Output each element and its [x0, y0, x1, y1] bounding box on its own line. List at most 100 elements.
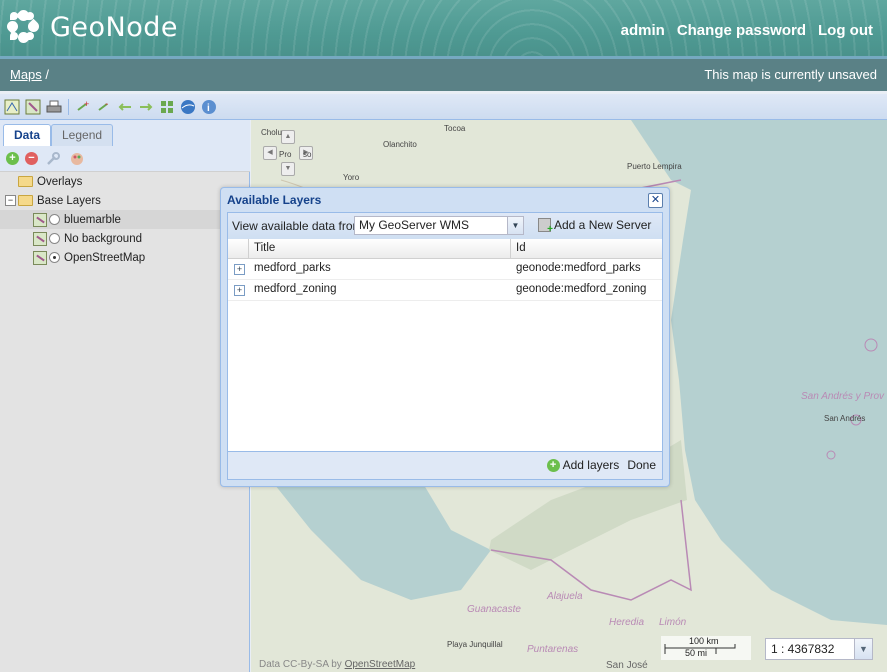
layer-label: No background: [64, 232, 142, 245]
add-layer-icon[interactable]: +: [6, 152, 19, 165]
scale-mi: 50 mi: [685, 648, 708, 658]
grid-header: Title Id: [228, 239, 662, 259]
map-label: San Andrés: [824, 414, 866, 423]
layer-icon: [33, 250, 47, 265]
row-id: geonode:medford_parks: [516, 262, 641, 274]
dialog-footer: + Add layers Done: [228, 451, 662, 479]
logout-link[interactable]: Log out: [818, 22, 873, 39]
breadcrumb-separator: /: [45, 67, 50, 82]
close-icon[interactable]: ✕: [648, 193, 663, 208]
source-select[interactable]: My GeoServer WMS ▼: [354, 216, 524, 235]
map-label: San José: [606, 660, 648, 671]
map-label: Olanchito: [383, 140, 417, 149]
expand-row-icon[interactable]: +: [234, 285, 245, 296]
change-password-link[interactable]: Change password: [677, 22, 806, 39]
add-icon: +: [546, 458, 560, 472]
wrench-icon[interactable]: [44, 150, 62, 168]
svg-text:i: i: [207, 103, 210, 114]
layer-label: bluemarble: [64, 213, 121, 226]
scale-line: 100 km 50 mi: [661, 636, 751, 660]
map-attribution: Data CC-By-SA by OpenStreetMap: [259, 659, 415, 670]
source-label: View available data from:: [232, 219, 366, 233]
geonode-logo[interactable]: GeoNode: [4, 7, 178, 46]
toolbar-divider: [68, 98, 69, 115]
pan-down-button[interactable]: ▼: [281, 162, 295, 176]
tab-legend[interactable]: Legend: [51, 124, 114, 146]
breadcrumb-bar: Maps / This map is currently unsaved: [0, 56, 887, 91]
column-divider: [248, 239, 249, 258]
map-label: Guanacaste: [467, 604, 521, 615]
pan-control: ▲ ◀ ▶ ▼: [263, 130, 323, 180]
column-divider: [510, 239, 511, 258]
back-icon[interactable]: [116, 98, 134, 116]
dialog-body: View available data from: My GeoServer W…: [227, 212, 663, 480]
tree-node-label: Base Layers: [37, 194, 101, 207]
tree-node-label: Overlays: [37, 175, 83, 188]
layer-radio[interactable]: [49, 233, 60, 244]
tree-layer-openstreetmap[interactable]: OpenStreetMap: [0, 248, 250, 267]
pan-up-button[interactable]: ▲: [281, 130, 295, 144]
row-title: medford_parks: [254, 262, 331, 274]
scale-value: 1 : 4367832: [771, 642, 835, 656]
source-value: My GeoServer WMS: [359, 218, 470, 232]
layer-label: OpenStreetMap: [64, 251, 146, 264]
unsaved-status: This map is currently unsaved: [704, 67, 877, 82]
tree-node-base-layers[interactable]: − Base Layers: [0, 191, 250, 210]
folder-icon: [18, 176, 33, 187]
dialog-title: Available Layers: [227, 193, 322, 207]
available-layers-dialog: Available Layers ✕ View available data f…: [220, 187, 670, 487]
attribution-text: Data CC-By-SA by: [259, 659, 342, 670]
new-layer-icon[interactable]: [3, 98, 21, 116]
expand-row-icon[interactable]: +: [234, 264, 245, 275]
layer-properties-icon[interactable]: [24, 98, 42, 116]
layer-icon: [33, 231, 47, 246]
user-links: admin Change password Log out: [621, 22, 873, 39]
done-button[interactable]: Done: [627, 458, 656, 472]
zoom-out-icon[interactable]: -: [95, 98, 113, 116]
row-id: geonode:medford_zoning: [516, 283, 647, 295]
map-label: Cholu: [261, 128, 282, 137]
layer-radio[interactable]: [49, 252, 60, 263]
svg-text:+: +: [84, 99, 89, 109]
scale-select[interactable]: 1 : 4367832 ▼: [765, 638, 873, 660]
layer-radio[interactable]: [49, 214, 60, 225]
tree-layer-no-background[interactable]: No background: [0, 229, 250, 248]
print-icon[interactable]: [45, 98, 63, 116]
chevron-down-icon[interactable]: ▼: [507, 217, 523, 234]
row-title: medford_zoning: [254, 283, 337, 295]
tab-data[interactable]: Data: [3, 124, 52, 147]
add-layers-button[interactable]: + Add layers: [546, 458, 619, 472]
layer-panel: Data Legend + − Overlays − Base Layers b…: [0, 120, 250, 672]
zoom-extent-icon[interactable]: [158, 98, 176, 116]
google-earth-icon[interactable]: [179, 98, 197, 116]
forward-icon[interactable]: [137, 98, 155, 116]
add-server-label: Add a New Server: [554, 218, 652, 232]
column-id[interactable]: Id: [516, 242, 526, 254]
tree-layer-bluemarble[interactable]: bluemarble: [0, 210, 250, 229]
scale-km: 100 km: [689, 636, 719, 646]
svg-text:-: -: [105, 99, 108, 110]
openstreetmap-link[interactable]: OpenStreetMap: [345, 659, 416, 670]
zoom-in-icon[interactable]: +: [74, 98, 92, 116]
add-server-button[interactable]: Add a New Server: [538, 218, 652, 235]
chevron-down-icon[interactable]: ▼: [854, 639, 872, 659]
map-label: Heredia: [609, 617, 645, 628]
map-label: San Andrés y Prov: [801, 391, 885, 402]
folder-icon: [18, 195, 33, 206]
maps-link[interactable]: Maps: [10, 67, 42, 82]
pan-left-button[interactable]: ◀: [263, 146, 277, 160]
remove-layer-icon[interactable]: −: [25, 152, 38, 165]
column-title[interactable]: Title: [254, 242, 275, 254]
collapse-icon[interactable]: −: [5, 195, 16, 206]
admin-link[interactable]: admin: [621, 22, 665, 39]
style-palette-icon[interactable]: [68, 150, 86, 168]
tree-node-overlays[interactable]: Overlays: [0, 172, 250, 191]
info-icon[interactable]: i: [200, 98, 218, 116]
panel-tabs: Data Legend: [0, 120, 250, 147]
table-row[interactable]: + medford_zoning geonode:medford_zoning: [228, 280, 662, 301]
layer-tree: Overlays − Base Layers bluemarble No bac…: [0, 172, 250, 267]
map-label: Alajuela: [547, 591, 583, 602]
server-add-icon: [538, 218, 553, 235]
table-row[interactable]: + medford_parks geonode:medford_parks: [228, 259, 662, 280]
map-label: Playa Junquillal: [447, 640, 503, 649]
